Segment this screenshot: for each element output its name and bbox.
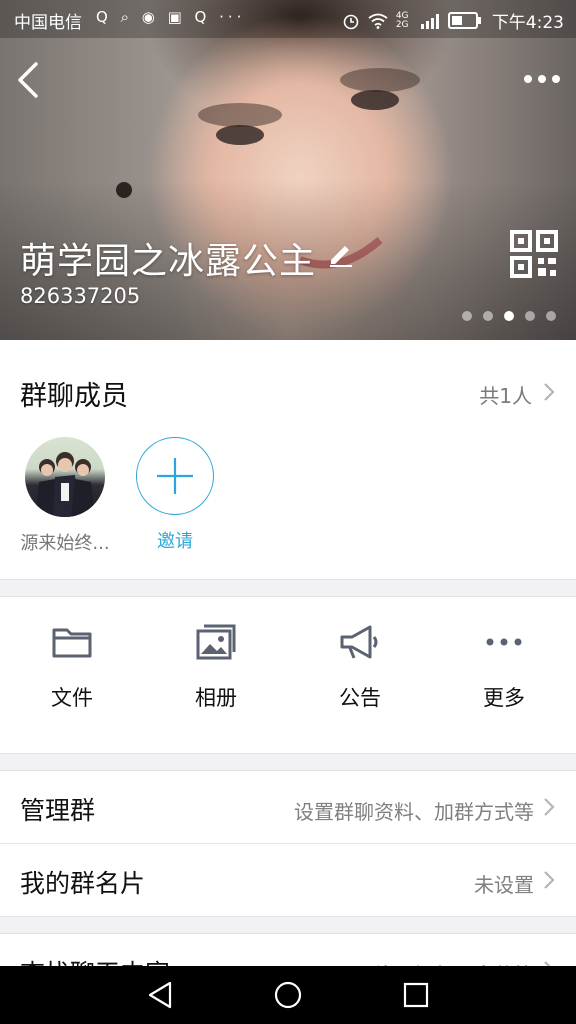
album-icon: [196, 624, 236, 660]
system-nav-bar: [0, 966, 576, 1024]
more-options-icon[interactable]: [522, 64, 562, 94]
carousel-dot: [546, 311, 556, 321]
invite-label: 邀请: [157, 531, 193, 552]
carousel-dot: [525, 311, 535, 321]
feature-label: 更多: [483, 686, 525, 710]
chevron-right-icon: [544, 798, 555, 816]
group-photo-image: [35, 452, 95, 517]
signal-icon: [420, 13, 439, 29]
member-name: 源来始终...: [20, 533, 110, 554]
members-section-header[interactable]: 群聊成员 共1人: [0, 340, 576, 440]
carrier-name: 中国电信: [14, 13, 82, 33]
group-id: 826337205: [20, 284, 141, 308]
group-profile-screen: 中国电信 Q ⌕ ◉ ▣ Q ··· 4G 2G 下午4:23 萌学园之冰露公主…: [0, 0, 576, 1024]
section-separator: [0, 916, 576, 934]
carousel-indicator: [462, 311, 556, 321]
edit-name-icon[interactable]: [327, 240, 355, 268]
chevron-right-icon: [544, 871, 555, 889]
feature-album[interactable]: 相册: [144, 622, 288, 712]
more-dots-icon: [486, 638, 522, 646]
member-item[interactable]: 源来始终...: [10, 437, 120, 555]
row-my-card[interactable]: 我的群名片 未设置: [0, 844, 576, 916]
members-count: 共1人: [479, 384, 532, 408]
megaphone-icon: [340, 625, 378, 659]
network-type: 4G 2G: [395, 10, 409, 30]
members-title: 群聊成员: [20, 381, 128, 412]
qr-code-icon[interactable]: [510, 230, 558, 278]
carousel-dot-active: [504, 311, 514, 321]
feature-files[interactable]: 文件: [0, 622, 144, 712]
back-button[interactable]: [14, 60, 44, 100]
invite-circle: [136, 437, 214, 515]
status-right: 4G 2G 下午4:23: [342, 8, 564, 33]
feature-label: 相册: [195, 686, 237, 710]
notification-icons: Q ⌕ ◉ ▣ Q ···: [96, 8, 246, 26]
battery-icon: [447, 12, 481, 29]
member-avatar: [25, 437, 105, 517]
feature-label: 公告: [339, 686, 381, 710]
row-label: 我的群名片: [20, 869, 146, 898]
nav-back-icon[interactable]: [144, 979, 176, 1011]
chevron-right-icon: [544, 383, 555, 401]
section-separator: [0, 753, 576, 771]
invite-member-button[interactable]: 邀请: [120, 437, 230, 553]
plus-icon: [156, 457, 193, 494]
status-time: 下午4:23: [491, 13, 564, 33]
feature-label: 文件: [51, 686, 93, 710]
row-manage-group[interactable]: 管理群 设置群聊资料、加群方式等: [0, 771, 576, 843]
feature-announcement[interactable]: 公告: [288, 622, 432, 712]
row-label: 管理群: [20, 796, 96, 825]
nav-recents-icon[interactable]: [400, 979, 432, 1011]
group-name: 萌学园之冰露公主: [20, 241, 317, 282]
row-value: 设置群聊资料、加群方式等: [294, 800, 534, 824]
carousel-dot: [483, 311, 493, 321]
carousel-dot: [462, 311, 472, 321]
folder-icon: [52, 628, 92, 658]
feature-more[interactable]: 更多: [432, 622, 576, 712]
status-bar: 中国电信 Q ⌕ ◉ ▣ Q ··· 4G 2G 下午4:23: [0, 0, 576, 38]
section-separator: [0, 579, 576, 597]
group-cover-image: 中国电信 Q ⌕ ◉ ▣ Q ··· 4G 2G 下午4:23 萌学园之冰露公主…: [0, 0, 576, 340]
nav-home-icon[interactable]: [272, 979, 304, 1011]
row-value: 未设置: [474, 873, 534, 897]
alarm-icon: [343, 14, 359, 29]
wifi-icon: [368, 13, 388, 29]
